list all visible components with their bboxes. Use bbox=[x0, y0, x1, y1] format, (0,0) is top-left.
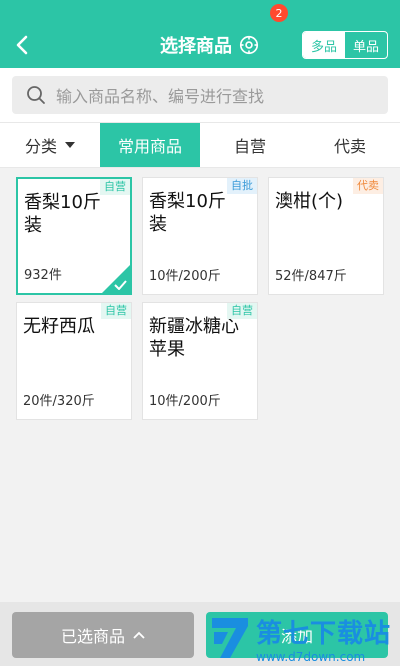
product-card[interactable]: 澳柑(个) 52件/847斤 代卖 bbox=[268, 177, 384, 295]
tab-label: 常用商品 bbox=[117, 137, 182, 156]
tab-label: 分类 bbox=[24, 137, 57, 156]
header-bar: 选择商品 多品 单品 bbox=[0, 0, 400, 68]
gear-icon[interactable] bbox=[238, 34, 260, 56]
product-tag: 自营 bbox=[227, 303, 257, 319]
selected-items-label: 已选商品 bbox=[60, 627, 125, 646]
tab-badge: 2 bbox=[270, 4, 288, 22]
page-title: 选择商品 bbox=[160, 36, 232, 57]
product-name: 新疆冰糖心苹果 bbox=[149, 316, 239, 360]
product-stock: 10件/200斤 bbox=[149, 394, 221, 409]
product-card[interactable]: 香梨10斤装 932件 自营 bbox=[16, 177, 132, 295]
back-button[interactable] bbox=[10, 30, 34, 60]
product-tag: 代卖 bbox=[353, 178, 383, 194]
watermark-url: www.d7down.com bbox=[256, 649, 366, 664]
watermark-logo-icon bbox=[212, 618, 248, 658]
product-name: 无籽西瓜 bbox=[23, 316, 95, 337]
chevron-up-icon bbox=[133, 631, 145, 639]
caret-down-icon bbox=[65, 142, 75, 148]
category-tabs: 分类 常用商品 自营 代卖 bbox=[0, 122, 400, 168]
product-card[interactable]: 无籽西瓜 20件/320斤 自营 bbox=[16, 302, 132, 420]
watermark: 第七下载站 www.d7down.com bbox=[208, 612, 394, 664]
search-area: 输入商品名称、编号进行查找 bbox=[0, 68, 400, 122]
product-card[interactable]: 香梨10斤装 10件/200斤 自批 bbox=[142, 177, 258, 295]
tab-label: 代卖 bbox=[333, 137, 366, 156]
tab-category[interactable]: 分类 bbox=[0, 123, 100, 167]
search-icon bbox=[27, 86, 45, 104]
mode-single-button[interactable]: 单品 bbox=[345, 32, 387, 58]
mode-multi-button[interactable]: 多品 bbox=[303, 32, 345, 58]
product-name: 澳柑(个) bbox=[275, 191, 344, 212]
product-name: 香梨10斤装 bbox=[149, 191, 226, 235]
product-stock: 52件/847斤 bbox=[275, 269, 347, 284]
product-tag: 自营 bbox=[101, 303, 131, 319]
watermark-text-group: 第七下载站 www.d7down.com bbox=[256, 613, 391, 664]
mode-toggle: 多品 单品 bbox=[302, 31, 388, 59]
back-arrow-icon bbox=[16, 35, 28, 55]
tab-label: 自营 bbox=[233, 137, 266, 156]
product-stock: 932件 bbox=[24, 268, 62, 283]
checkmark-icon bbox=[114, 280, 127, 290]
title-group: 选择商品 bbox=[160, 33, 260, 57]
tab-frequent[interactable]: 常用商品 bbox=[100, 123, 200, 167]
product-stock: 10件/200斤 bbox=[149, 269, 221, 284]
tab-consignment[interactable]: 代卖 bbox=[300, 123, 400, 167]
tab-self-operated[interactable]: 自营 bbox=[200, 123, 300, 167]
watermark-title: 第七下载站 bbox=[256, 618, 392, 649]
product-stock: 20件/320斤 bbox=[23, 394, 95, 409]
product-name: 香梨10斤装 bbox=[24, 192, 101, 236]
product-tag: 自批 bbox=[227, 178, 257, 194]
search-input[interactable]: 输入商品名称、编号进行查找 bbox=[12, 76, 388, 114]
search-placeholder: 输入商品名称、编号进行查找 bbox=[56, 87, 265, 106]
product-tag: 自营 bbox=[100, 179, 130, 195]
product-card[interactable]: 新疆冰糖心苹果 10件/200斤 自营 bbox=[142, 302, 258, 420]
selected-items-button[interactable]: 已选商品 bbox=[12, 612, 194, 658]
